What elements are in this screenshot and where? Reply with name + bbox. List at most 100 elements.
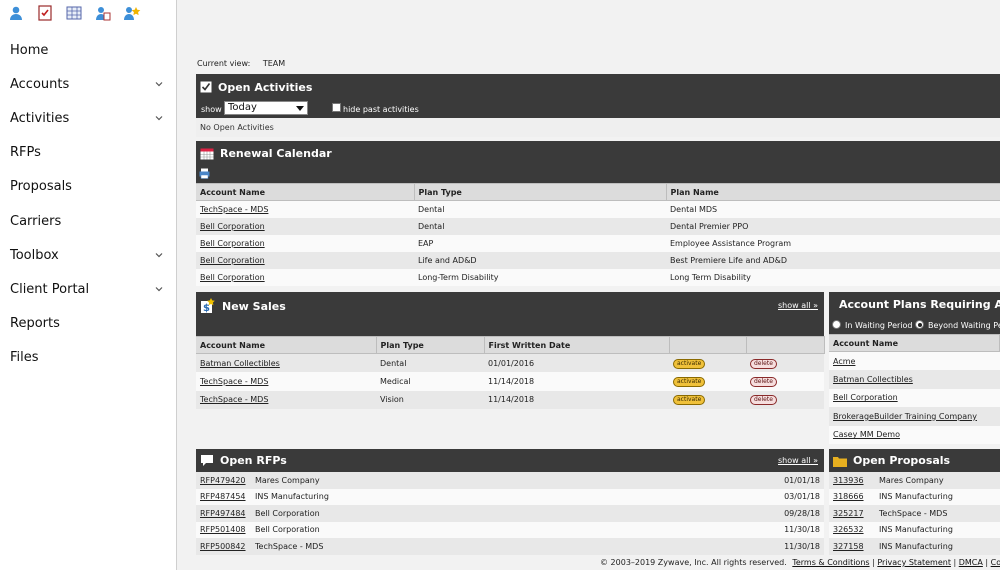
delete-button[interactable]: delete bbox=[750, 395, 777, 406]
sales-dollar-icon: $ bbox=[201, 298, 215, 314]
delete-cell: delete bbox=[746, 372, 824, 391]
waiting-period-radio[interactable] bbox=[832, 320, 841, 329]
rfp-link[interactable]: RFP497484 bbox=[196, 505, 251, 522]
terms-link[interactable]: Terms & Conditions bbox=[792, 558, 869, 567]
table-row: 326532 INS Manufacturing bbox=[829, 521, 1000, 538]
nav-item-activities[interactable]: Activities bbox=[0, 101, 176, 135]
chevron-down-icon[interactable] bbox=[154, 284, 164, 294]
delete-button[interactable]: delete bbox=[750, 376, 777, 387]
account-link[interactable]: TechSpace - MDS bbox=[196, 372, 376, 391]
account-link[interactable]: BrokerageBuilder Training Company bbox=[829, 407, 1000, 426]
table-row: Batman Collectibles bbox=[829, 370, 1000, 389]
activate-button[interactable]: activate bbox=[673, 376, 706, 387]
renewal-col-header: Plan Name bbox=[666, 183, 1000, 201]
table-cell: Dental bbox=[414, 217, 666, 235]
waiting-period-label: In Waiting Period bbox=[845, 321, 913, 330]
proposal-link[interactable]: 325217 bbox=[829, 505, 875, 522]
account-link[interactable]: TechSpace - MDS bbox=[196, 200, 414, 218]
delete-button[interactable]: delete bbox=[750, 358, 777, 369]
rfp-link[interactable]: RFP500842 bbox=[196, 538, 251, 555]
beyond-waiting-radio[interactable] bbox=[915, 320, 924, 329]
folder-icon bbox=[833, 456, 847, 467]
activity-checklist-icon[interactable] bbox=[35, 3, 55, 23]
privacy-link[interactable]: Privacy Statement bbox=[877, 558, 951, 567]
table-row: RFP500842 TechSpace - MDS 11/30/18 bbox=[196, 538, 824, 555]
quick-toolbar bbox=[0, 0, 176, 26]
open-rfps-title: Open RFPs bbox=[220, 454, 287, 467]
chevron-down-icon[interactable] bbox=[154, 79, 164, 89]
table-cell: Dental Premier PPO bbox=[666, 217, 1000, 235]
nav-item-home[interactable]: Home bbox=[0, 33, 176, 67]
account-link[interactable]: Casey MM Demo bbox=[829, 425, 1000, 444]
nav-item-client-portal[interactable]: Client Portal bbox=[0, 272, 176, 306]
table-row: Bell Corporation EAP Employee Assistance P… bbox=[196, 234, 1000, 252]
rfp-date: 09/28/18 bbox=[726, 505, 824, 522]
proposal-link[interactable]: 326532 bbox=[829, 521, 875, 538]
account-link[interactable]: Batman Collectibles bbox=[196, 353, 376, 372]
account-link[interactable]: Batman Collectibles bbox=[829, 370, 1000, 389]
nav-item-accounts[interactable]: Accounts bbox=[0, 67, 176, 101]
printer-icon[interactable] bbox=[199, 168, 210, 179]
open-rfps-table: RFP479420 Mares Company 01/01/18 RFP487454 I… bbox=[196, 472, 824, 555]
report-grid-icon[interactable] bbox=[64, 3, 84, 23]
open-rfps-show-all-link[interactable]: show all » bbox=[778, 456, 818, 465]
contact-link[interactable]: Contact bbox=[991, 558, 1000, 567]
table-cell: Medical bbox=[376, 372, 484, 391]
account-link[interactable]: Bell Corporation bbox=[829, 388, 1000, 407]
rfp-company: TechSpace - MDS bbox=[251, 538, 726, 555]
delete-cell: delete bbox=[746, 390, 824, 409]
rfp-date: 11/30/18 bbox=[726, 521, 824, 538]
proposal-link[interactable]: 313936 bbox=[829, 472, 875, 489]
rfp-link[interactable]: RFP487454 bbox=[196, 488, 251, 505]
show-period-select[interactable]: Today bbox=[224, 101, 308, 115]
user-document-icon[interactable] bbox=[93, 3, 113, 23]
nav-item-label: Accounts bbox=[10, 76, 70, 92]
new-sales-show-all-link[interactable]: show all » bbox=[778, 301, 818, 310]
account-plans-header: Account Plans Requiring A bbox=[829, 292, 1000, 316]
account-link[interactable]: Bell Corporation bbox=[196, 234, 414, 252]
new-sales-col-header: Account Name bbox=[196, 336, 377, 354]
nav-item-label: Activities bbox=[10, 110, 70, 126]
table-row: BrokerageBuilder Training Company bbox=[829, 407, 1000, 426]
account-link[interactable]: Bell Corporation bbox=[196, 251, 414, 269]
table-cell: Vision bbox=[376, 390, 484, 409]
nav-item-carriers[interactable]: Carriers bbox=[0, 204, 176, 238]
proposal-company: TechSpace - MDS bbox=[875, 505, 1000, 522]
nav-item-proposals[interactable]: Proposals bbox=[0, 170, 176, 204]
chevron-down-icon bbox=[296, 106, 304, 111]
nav-item-reports[interactable]: Reports bbox=[0, 307, 176, 341]
proposal-company: Mares Company bbox=[875, 472, 1000, 489]
user-star-icon[interactable] bbox=[122, 3, 142, 23]
dmca-link[interactable]: DMCA bbox=[959, 558, 983, 567]
nav-item-files[interactable]: Files bbox=[0, 341, 176, 375]
hide-past-checkbox[interactable] bbox=[332, 103, 341, 112]
account-link[interactable]: Bell Corporation bbox=[196, 268, 414, 286]
rfp-company: Bell Corporation bbox=[251, 505, 726, 522]
nav-item-label: Toolbox bbox=[10, 247, 59, 263]
rfp-link[interactable]: RFP501408 bbox=[196, 521, 251, 538]
activate-button[interactable]: activate bbox=[673, 395, 706, 406]
account-link[interactable]: Acme bbox=[829, 351, 1000, 370]
open-proposals-table: 313936 Mares Company 318666 INS Manufacturi… bbox=[829, 472, 1000, 555]
proposal-link[interactable]: 327158 bbox=[829, 538, 875, 555]
account-link[interactable]: TechSpace - MDS bbox=[196, 390, 376, 409]
speech-bubble-icon bbox=[201, 455, 213, 466]
nav-item-rfps[interactable]: RFPs bbox=[0, 136, 176, 170]
chevron-down-icon[interactable] bbox=[154, 113, 164, 123]
table-cell: Long Term Disability bbox=[666, 268, 1000, 286]
activate-button[interactable]: activate bbox=[673, 358, 706, 369]
open-activities-header: Open Activities bbox=[196, 74, 1000, 100]
table-cell: EAP bbox=[414, 234, 666, 252]
proposal-link[interactable]: 318666 bbox=[829, 488, 875, 505]
delete-cell: delete bbox=[746, 353, 824, 372]
rfp-link[interactable]: RFP479420 bbox=[196, 472, 251, 489]
table-cell: Life and AD&D bbox=[414, 251, 666, 269]
renewal-col-header: Account Name bbox=[196, 183, 415, 201]
account-link[interactable]: Bell Corporation bbox=[196, 217, 414, 235]
current-view-value: TEAM bbox=[262, 59, 286, 68]
chevron-down-icon[interactable] bbox=[154, 250, 164, 260]
table-cell: Employee Assistance Program bbox=[666, 234, 1000, 252]
footer-copyright: © 2003–2019 Zywave, Inc. All rights rese… bbox=[600, 558, 787, 567]
user-icon[interactable] bbox=[6, 3, 26, 23]
nav-item-toolbox[interactable]: Toolbox bbox=[0, 238, 176, 272]
